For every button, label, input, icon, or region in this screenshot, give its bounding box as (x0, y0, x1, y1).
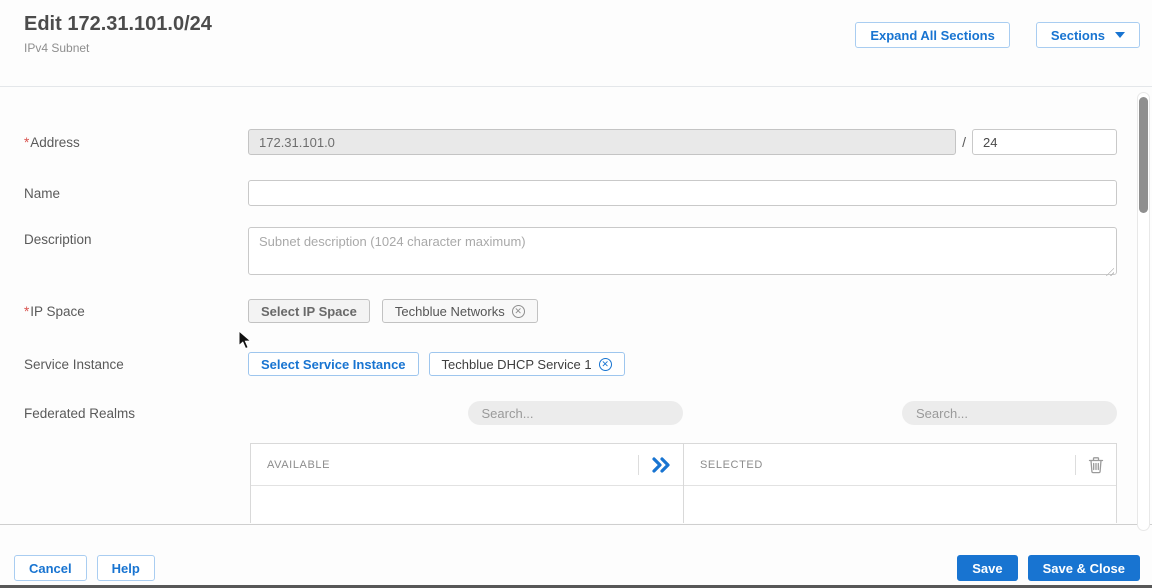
federated-realms-label: Federated Realms (24, 405, 136, 421)
footer-left-buttons: Cancel Help (14, 555, 155, 581)
required-asterisk: * (24, 303, 30, 319)
remove-tag-icon[interactable]: ✕ (598, 357, 612, 371)
service-instance-tag-label: Techblue DHCP Service 1 (441, 356, 592, 372)
vertical-scrollbar-thumb[interactable] (1139, 97, 1148, 213)
save-and-close-button[interactable]: Save & Close (1027, 555, 1140, 581)
name-row: Name (24, 180, 1117, 206)
remove-tag-icon[interactable]: ✕ (511, 304, 525, 318)
ip-space-field-area: Select IP Space Techblue Networks ✕ (248, 299, 1117, 323)
description-textarea[interactable] (248, 227, 1117, 275)
cancel-button[interactable]: Cancel (14, 555, 87, 581)
available-header-label: AVAILABLE (267, 458, 331, 471)
mouse-cursor-icon (238, 330, 252, 350)
page-header: Edit 172.31.101.0/24 IPv4 Subnet Expand … (0, 0, 1152, 87)
double-chevron-right-icon (652, 456, 670, 473)
select-ip-space-button[interactable]: Select IP Space (248, 299, 370, 323)
selected-header-label: SELECTED (700, 458, 763, 471)
page-title: Edit 172.31.101.0/24 (24, 13, 212, 35)
federated-realms-row: Federated Realms (24, 401, 1117, 425)
federated-realms-dual-list: AVAILABLE SELECTED (250, 443, 1117, 523)
service-instance-tag[interactable]: Techblue DHCP Service 1 ✕ (428, 352, 625, 376)
ip-space-label: *IP Space (24, 303, 85, 319)
name-input[interactable] (248, 180, 1117, 206)
header-buttons: Expand All Sections Sections (855, 22, 1140, 48)
chevron-down-icon (1115, 32, 1125, 38)
service-instance-row: Service Instance Select Service Instance… (24, 352, 1117, 376)
header-divider (638, 454, 639, 475)
move-all-right-button[interactable] (651, 456, 671, 473)
expand-all-sections-button[interactable]: Expand All Sections (855, 22, 1010, 48)
description-row: Description (24, 227, 1117, 280)
help-button[interactable]: Help (96, 555, 155, 581)
address-row: *Address / (24, 129, 1117, 155)
cidr-input[interactable] (972, 129, 1117, 155)
description-label: Description (24, 232, 92, 247)
address-label: *Address (24, 134, 80, 150)
save-button[interactable]: Save (957, 555, 1018, 581)
ip-space-tag[interactable]: Techblue Networks ✕ (381, 299, 538, 323)
federated-realms-search-area (248, 401, 1117, 425)
available-column: AVAILABLE (251, 444, 683, 523)
description-field-area (248, 227, 1117, 280)
selected-search-input[interactable] (902, 401, 1117, 425)
footer-bar: Cancel Help Save Save & Close (0, 524, 1152, 588)
vertical-scrollbar-track[interactable] (1137, 92, 1150, 531)
available-column-header: AVAILABLE (251, 444, 683, 486)
selected-search-half (683, 401, 1117, 425)
address-field-area: / (248, 129, 1117, 155)
trash-icon (1088, 456, 1104, 473)
header-divider (1075, 454, 1076, 475)
address-input (248, 129, 957, 155)
service-instance-field-area: Select Service Instance Techblue DHCP Se… (248, 352, 1117, 376)
available-search-half (248, 401, 683, 425)
clear-selected-button[interactable] (1088, 456, 1104, 474)
ip-space-tag-label: Techblue Networks (394, 303, 505, 319)
sections-dropdown-button[interactable]: Sections (1035, 22, 1140, 48)
ip-space-row: *IP Space Select IP Space Techblue Netwo… (24, 299, 1117, 323)
selected-column-header: SELECTED (684, 444, 1116, 486)
required-asterisk: * (24, 134, 30, 150)
select-service-instance-button[interactable]: Select Service Instance (248, 352, 419, 376)
page-subtitle: IPv4 Subnet (24, 41, 90, 55)
selected-column: SELECTED (683, 444, 1116, 523)
footer-right-buttons: Save Save & Close (957, 555, 1140, 581)
cidr-separator: / (962, 134, 966, 150)
available-search-input[interactable] (467, 401, 683, 425)
name-label: Name (24, 185, 61, 201)
name-field-area (248, 180, 1117, 206)
description-textarea-wrap (248, 227, 1117, 280)
sections-dropdown-label: Sections (1050, 27, 1105, 43)
service-instance-label: Service Instance (24, 356, 124, 372)
